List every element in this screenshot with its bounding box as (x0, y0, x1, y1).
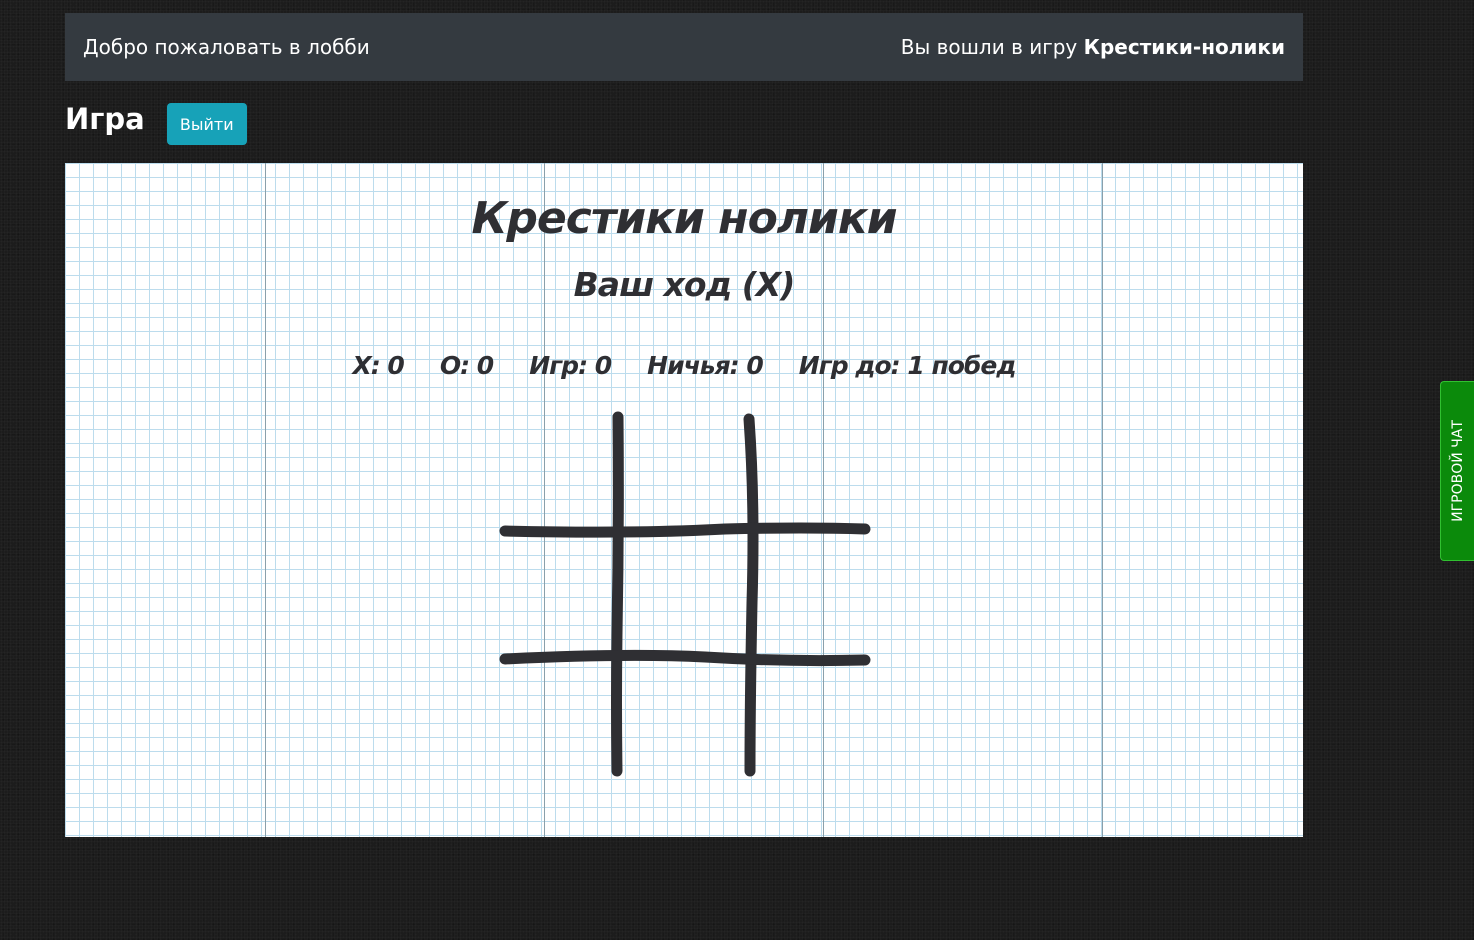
game-header: Игра Выйти (65, 100, 247, 148)
score-x: X: 0 (352, 351, 404, 380)
joined-game-text: Вы вошли в игру Крестики-нолики (901, 35, 1285, 59)
turn-indicator: Ваш ход (X) (573, 265, 796, 304)
board-cell-8[interactable] (623, 663, 747, 773)
grid-line-horizontal-1 (499, 522, 871, 538)
board-cell-3[interactable] (757, 418, 869, 526)
games-played: Игр: 0 (529, 351, 612, 380)
grid-line-vertical-2 (743, 413, 759, 777)
welcome-text: Добро пожаловать в лобби (83, 35, 370, 59)
page-title: Игра (65, 102, 145, 136)
joined-prefix: Вы вошли в игру (900, 35, 1078, 59)
top-navbar: Добро пожаловать в лобби Вы вошли в игру… (65, 13, 1303, 81)
games-to-win: Игр до: 1 побед (798, 351, 1017, 380)
exit-button[interactable]: Выйти (166, 103, 247, 145)
board-cell-1[interactable] (505, 418, 613, 526)
game-board-paper: Крестики нолики Ваш ход (X) X: 0 O: 0 Иг… (65, 163, 1303, 837)
board-cell-2[interactable] (623, 418, 747, 526)
game-chat-tab[interactable]: ИГРОВОЙ ЧАТ (1440, 381, 1474, 561)
joined-game-name: Крестики-нолики (1083, 35, 1285, 59)
score-stats: X: 0 O: 0 Игр: 0 Ничья: 0 Игр до: 1 побе… (65, 351, 1303, 380)
board-cell-4[interactable] (505, 536, 613, 650)
board-cell-9[interactable] (757, 663, 869, 773)
game-title: Крестики нолики (471, 193, 897, 244)
board-cell-7[interactable] (505, 663, 613, 773)
board-cell-5[interactable] (623, 536, 747, 650)
board-cell-6[interactable] (757, 536, 869, 650)
score-o: O: 0 (439, 351, 494, 380)
draws-count: Ничья: 0 (647, 351, 764, 380)
grid-line-vertical-1 (611, 411, 624, 777)
game-chat-label: ИГРОВОЙ ЧАТ (1449, 420, 1466, 522)
grid-line-horizontal-2 (499, 649, 871, 667)
